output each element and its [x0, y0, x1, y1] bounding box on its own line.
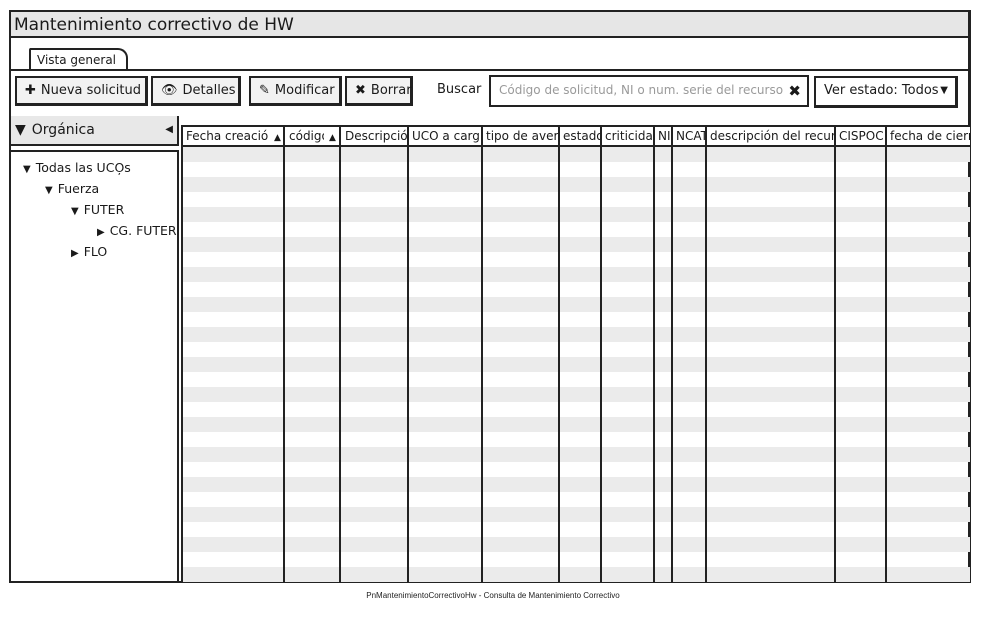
table-row[interactable]: [183, 267, 970, 282]
column-header-uco-a-cargo[interactable]: UCO a cargo: [409, 127, 480, 145]
new-request-label: Nueva solicitud: [40, 83, 141, 98]
column-divider[interactable]: [671, 127, 673, 583]
table-row[interactable]: [183, 192, 970, 207]
column-divider[interactable]: [481, 127, 483, 583]
tree-node-flo[interactable]: ▶ FLO: [71, 242, 107, 262]
x-icon: ✖: [355, 83, 366, 98]
table-row[interactable]: [183, 207, 970, 222]
sort-asc-icon[interactable]: ▲: [324, 127, 339, 145]
table-row[interactable]: [183, 447, 970, 462]
search-label: Buscar: [437, 82, 482, 97]
table-row[interactable]: [183, 507, 970, 522]
expanded-caret-icon: ▼: [45, 185, 53, 196]
collapsed-caret-icon: ▶: [97, 227, 105, 238]
table-row[interactable]: [183, 477, 970, 492]
expanded-caret-icon: ▼: [23, 164, 31, 175]
table-row[interactable]: [183, 357, 970, 372]
state-filter-value: Ver estado: Todos: [824, 83, 939, 98]
tab-divider: [11, 69, 968, 71]
table-row[interactable]: [183, 312, 970, 327]
table-body: [183, 147, 970, 583]
caret-down-icon: ▼: [940, 85, 948, 96]
tab-vista-general[interactable]: Vista general: [29, 48, 129, 70]
window-title: Mantenimiento correctivo de HW: [11, 12, 968, 38]
eye-icon: 👁: [161, 83, 178, 98]
plus-icon: ✚: [25, 83, 36, 98]
column-divider[interactable]: [705, 127, 707, 583]
app-window: Mantenimiento correctivo de HW Vista gen…: [9, 10, 971, 583]
column-header-fecha-creacion[interactable]: Fecha creación: [183, 127, 283, 145]
column-header-criticidad[interactable]: criticidad: [602, 127, 654, 145]
table-row[interactable]: [183, 342, 970, 357]
table-row[interactable]: [183, 417, 970, 432]
table-row[interactable]: [183, 537, 970, 552]
clear-search-icon[interactable]: ✖: [788, 82, 801, 100]
organica-filter-header[interactable]: ▼ Orgánica ◀: [11, 116, 179, 146]
column-divider[interactable]: [283, 127, 285, 583]
expanded-caret-icon: ▼: [71, 206, 79, 217]
sort-asc-icon[interactable]: ▲: [269, 127, 284, 145]
table-row[interactable]: [183, 237, 970, 252]
table-row[interactable]: [183, 252, 970, 267]
table-row[interactable]: [183, 282, 970, 297]
column-header-estado[interactable]: estado: [560, 127, 600, 145]
edit-icon: ✎: [259, 83, 270, 98]
table-row[interactable]: [183, 162, 970, 177]
new-request-button[interactable]: ✚ Nueva solicitud: [15, 76, 148, 106]
delete-button[interactable]: ✖ Borrar: [345, 76, 413, 106]
collapse-panel-icon[interactable]: ◀: [165, 116, 173, 144]
table-row[interactable]: [183, 222, 970, 237]
table-row[interactable]: [183, 522, 970, 537]
organica-tree: ▼ Todas las UCO̦s ▼ Fuerza ▼ FUTER ▶ CG. FUT…: [11, 150, 179, 583]
column-header-descripcion-recurso[interactable]: descripción del recurso: [707, 127, 835, 145]
column-header-fecha-cierre[interactable]: fecha de cierre: [887, 127, 970, 145]
column-divider[interactable]: [653, 127, 655, 583]
column-header-descripcion[interactable]: Descripción: [342, 127, 408, 145]
table-header: Fecha creación ▲ código ▲ Descripción UC…: [183, 127, 970, 147]
funnel-icon: ▼: [15, 122, 26, 138]
table-row[interactable]: [183, 492, 970, 507]
details-label: Detalles: [182, 83, 236, 98]
search-box: ✖: [489, 75, 809, 107]
column-divider[interactable]: [407, 127, 409, 583]
tree-node-futer[interactable]: ▼ FUTER: [71, 200, 124, 220]
details-button[interactable]: 👁 Detalles: [151, 76, 241, 106]
table-row[interactable]: [183, 567, 970, 582]
state-filter-dropdown[interactable]: Ver estado: Todos ▼: [814, 76, 958, 108]
table-row[interactable]: [183, 297, 970, 312]
requests-table: Fecha creación ▲ código ▲ Descripción UC…: [181, 125, 970, 583]
table-row[interactable]: [183, 462, 970, 477]
table-row[interactable]: [183, 147, 970, 162]
column-divider[interactable]: [600, 127, 602, 583]
tree-node-todas[interactable]: ▼ Todas las UCO̦s: [23, 158, 131, 178]
column-header-tipo-averia[interactable]: tipo de avería: [483, 127, 558, 145]
column-divider[interactable]: [339, 127, 341, 583]
column-header-cispoc[interactable]: CISPOC: [836, 127, 886, 145]
organica-title: Orgánica: [31, 122, 95, 138]
table-row[interactable]: [183, 402, 970, 417]
modify-label: Modificar: [274, 83, 335, 98]
table-row[interactable]: [183, 372, 970, 387]
column-divider[interactable]: [885, 127, 887, 583]
table-row[interactable]: [183, 552, 970, 567]
table-row[interactable]: [183, 387, 970, 402]
page-caption: PnMantenimientoCorrectivoHw - Consulta d…: [366, 591, 620, 600]
collapsed-caret-icon: ▶: [71, 248, 79, 259]
delete-label: Borrar: [370, 83, 412, 98]
tree-node-cg-futer[interactable]: ▶ CG. FUTER: [97, 221, 177, 241]
modify-button[interactable]: ✎ Modificar: [249, 76, 342, 106]
table-row[interactable]: [183, 177, 970, 192]
search-input[interactable]: [491, 77, 793, 103]
table-row[interactable]: [183, 582, 970, 583]
column-divider[interactable]: [834, 127, 836, 583]
table-row[interactable]: [183, 327, 970, 342]
column-header-ncat[interactable]: NCAT: [673, 127, 707, 145]
tree-node-fuerza[interactable]: ▼ Fuerza: [45, 179, 99, 199]
table-row[interactable]: [183, 432, 970, 447]
column-divider[interactable]: [558, 127, 560, 583]
